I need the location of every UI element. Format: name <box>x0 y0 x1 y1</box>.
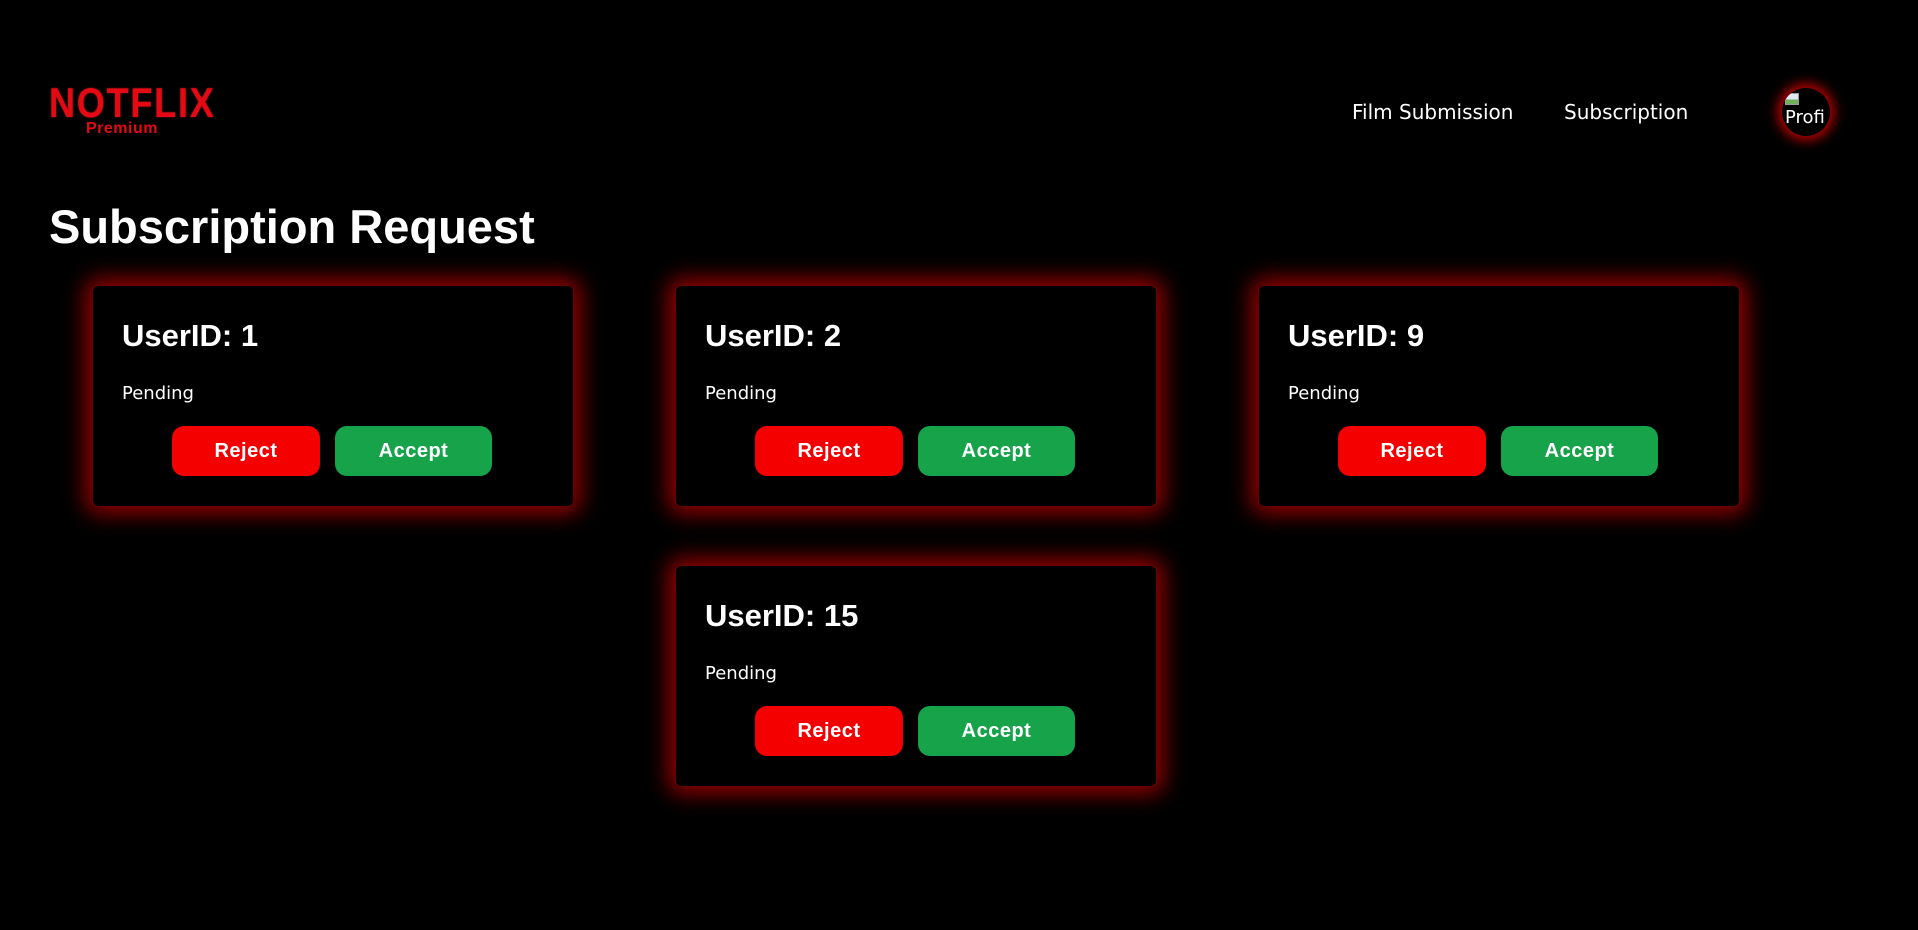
logo-tagline: Premium <box>86 120 158 137</box>
logo[interactable]: NOTFLIX Premium <box>49 82 214 138</box>
subscription-request-card: UserID: 15 Pending Reject Accept <box>676 566 1156 786</box>
nav-link-subscription[interactable]: Subscription <box>1564 99 1688 125</box>
accept-button[interactable]: Accept <box>918 706 1075 756</box>
accept-button[interactable]: Accept <box>918 426 1075 476</box>
logo-wordmark: NOTFLIX <box>49 79 216 126</box>
request-status: Pending <box>705 663 777 684</box>
reject-button[interactable]: Reject <box>172 426 320 476</box>
user-id-label: UserID: 2 <box>705 318 842 353</box>
profile-avatar[interactable]: Profi <box>1782 88 1830 136</box>
reject-button[interactable]: Reject <box>1338 426 1486 476</box>
subscription-request-card: UserID: 9 Pending Reject Accept <box>1259 286 1739 506</box>
reject-button[interactable]: Reject <box>755 426 903 476</box>
user-id-label: UserID: 1 <box>122 318 259 353</box>
reject-button[interactable]: Reject <box>755 706 903 756</box>
nav-link-film-submission[interactable]: Film Submission <box>1352 99 1513 125</box>
user-id-label: UserID: 9 <box>1288 318 1425 353</box>
broken-image-icon <box>1785 93 1799 105</box>
page: NOTFLIX Premium Film Submission Subscrip… <box>0 0 1918 930</box>
user-id-label: UserID: 15 <box>705 598 859 633</box>
subscription-request-card: UserID: 1 Pending Reject Accept <box>93 286 573 506</box>
request-status: Pending <box>705 383 777 404</box>
accept-button[interactable]: Accept <box>1501 426 1658 476</box>
avatar-alt-text: Profi <box>1785 107 1825 128</box>
request-status: Pending <box>122 383 194 404</box>
accept-button[interactable]: Accept <box>335 426 492 476</box>
page-title: Subscription Request <box>49 200 535 253</box>
request-status: Pending <box>1288 383 1360 404</box>
subscription-request-card: UserID: 2 Pending Reject Accept <box>676 286 1156 506</box>
